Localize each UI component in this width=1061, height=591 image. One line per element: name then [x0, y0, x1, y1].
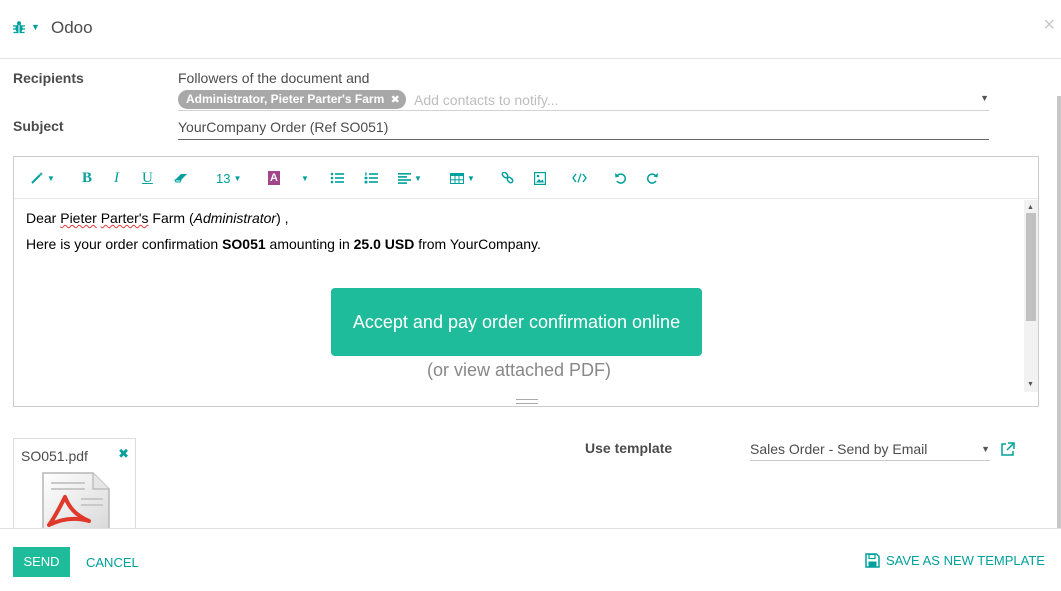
chevron-down-icon: ▼	[31, 22, 40, 32]
use-template-label: Use template	[585, 440, 673, 456]
undo-icon	[615, 173, 627, 184]
chevron-down-icon: ▼	[467, 173, 475, 183]
template-selected-value: Sales Order - Send by Email	[750, 441, 928, 457]
link-button[interactable]	[501, 169, 514, 187]
debug-menu[interactable]: ▼	[12, 20, 40, 34]
partner-name-word: Pieter	[60, 210, 97, 226]
editor-toolbar: ▼ B I U 13 ▼ A ▼ ▼ ▼	[14, 157, 1038, 199]
greeting-line: Dear Pieter Parter's Farm (Administrator…	[26, 210, 289, 226]
order-amount: 25.0 USD	[353, 236, 415, 252]
magic-wand-button[interactable]: ▼	[30, 169, 55, 187]
partner-contact: Administrator	[193, 210, 277, 226]
confirmation-suffix: from YourCompany.	[414, 236, 541, 252]
bug-icon	[13, 21, 25, 34]
template-select[interactable]: Sales Order - Send by Email ▼	[750, 438, 990, 461]
table-icon	[450, 172, 464, 184]
order-reference: SO051	[222, 236, 266, 252]
magic-wand-icon	[31, 172, 43, 184]
save-as-template-button[interactable]: SAVE AS NEW TEMPLATE	[865, 553, 1045, 568]
bullet-list-button[interactable]	[330, 169, 344, 187]
partner-name-rest: Farm (	[148, 210, 194, 226]
recipient-tag-label: Administrator, Pieter Parter's Farm	[186, 92, 385, 106]
attachment-filename[interactable]: SO051.pdf	[21, 448, 88, 464]
redo-icon	[646, 173, 658, 184]
code-view-button[interactable]	[572, 169, 587, 187]
remove-attachment-icon[interactable]: ✖	[118, 446, 129, 462]
dialog-header: ▼ Odoo ×	[0, 0, 1061, 59]
close-icon[interactable]: ×	[1043, 14, 1055, 36]
eraser-icon	[174, 174, 187, 183]
font-color-button[interactable]: A	[268, 169, 280, 187]
followers-text: Followers of the document and	[178, 70, 370, 86]
chevron-down-icon: ▼	[233, 173, 242, 183]
align-left-icon	[398, 172, 411, 184]
floppy-disk-icon	[865, 553, 880, 568]
image-icon	[534, 171, 546, 185]
pdf-file-icon	[42, 472, 110, 529]
greeting-suffix: ) ,	[276, 210, 289, 226]
dialog-title: Odoo	[51, 18, 93, 37]
chevron-down-icon: ▼	[414, 173, 422, 183]
eraser-button[interactable]	[174, 169, 189, 187]
link-icon	[501, 171, 514, 183]
dialog-scrollbar[interactable]	[1057, 96, 1061, 533]
save-as-template-label: SAVE AS NEW TEMPLATE	[886, 553, 1045, 568]
chevron-down-icon: ▼	[981, 444, 990, 454]
recipients-field[interactable]: Administrator, Pieter Parter's Farm ✖ ▼	[178, 89, 989, 111]
editor-content[interactable]: Dear Pieter Parter's Farm (Administrator…	[14, 200, 1024, 392]
html-editor: ▼ B I U 13 ▼ A ▼ ▼ ▼ Dear Pieter Parter'…	[13, 156, 1039, 407]
chevron-down-icon[interactable]: ▼	[980, 93, 989, 103]
scroll-down-icon[interactable]: ▼	[1027, 381, 1034, 388]
chevron-down-icon: ▼	[47, 173, 55, 183]
undo-button[interactable]	[614, 169, 627, 187]
external-link-icon[interactable]	[1000, 442, 1015, 460]
subject-field[interactable]	[178, 115, 989, 140]
numbered-list-button[interactable]	[364, 169, 378, 187]
confirmation-line: Here is your order confirmation SO051 am…	[26, 236, 541, 252]
partner-name-word: Parter's	[100, 210, 149, 226]
paragraph-align-button[interactable]: ▼	[398, 169, 422, 187]
greeting-prefix: Dear	[26, 210, 61, 226]
confirmation-prefix: Here is your order confirmation	[26, 236, 223, 252]
editor-scrollbar[interactable]: ▲ ▼	[1024, 200, 1038, 392]
view-pdf-link[interactable]: (or view attached PDF)	[14, 360, 1024, 381]
dialog-footer: SEND CANCEL SAVE AS NEW TEMPLATE	[0, 528, 1061, 591]
font-color-dropdown[interactable]: ▼	[298, 169, 309, 187]
add-contacts-input[interactable]	[414, 90, 954, 109]
send-button[interactable]: SEND	[13, 547, 70, 577]
subject-input[interactable]	[178, 115, 989, 139]
code-icon	[572, 173, 587, 183]
confirmation-mid: amounting in	[265, 236, 354, 252]
scrollbar-thumb[interactable]	[1026, 213, 1036, 321]
bullet-list-icon	[330, 172, 344, 184]
image-button[interactable]	[534, 169, 546, 187]
font-size-value: 13	[216, 170, 231, 186]
recipients-label: Recipients	[13, 70, 84, 86]
chevron-down-icon: ▼	[301, 173, 309, 183]
scroll-up-icon[interactable]: ▲	[1027, 204, 1034, 211]
redo-button[interactable]	[646, 169, 659, 187]
recipient-tag: Administrator, Pieter Parter's Farm ✖	[178, 90, 406, 109]
bold-button[interactable]: B	[82, 169, 92, 187]
numbered-list-icon	[364, 172, 378, 184]
italic-button[interactable]: I	[114, 169, 119, 187]
font-size-button[interactable]: 13 ▼	[216, 169, 241, 187]
font-color-icon: A	[268, 171, 280, 185]
underline-button[interactable]: U	[142, 169, 153, 187]
attachment-card: SO051.pdf ✖	[13, 438, 136, 530]
table-button[interactable]: ▼	[450, 169, 475, 187]
accept-and-pay-button[interactable]: Accept and pay order confirmation online	[331, 288, 702, 356]
subject-label: Subject	[13, 118, 64, 134]
cancel-button[interactable]: CANCEL	[86, 555, 139, 570]
resize-handle[interactable]	[516, 399, 538, 404]
remove-tag-icon[interactable]: ✖	[391, 94, 400, 106]
